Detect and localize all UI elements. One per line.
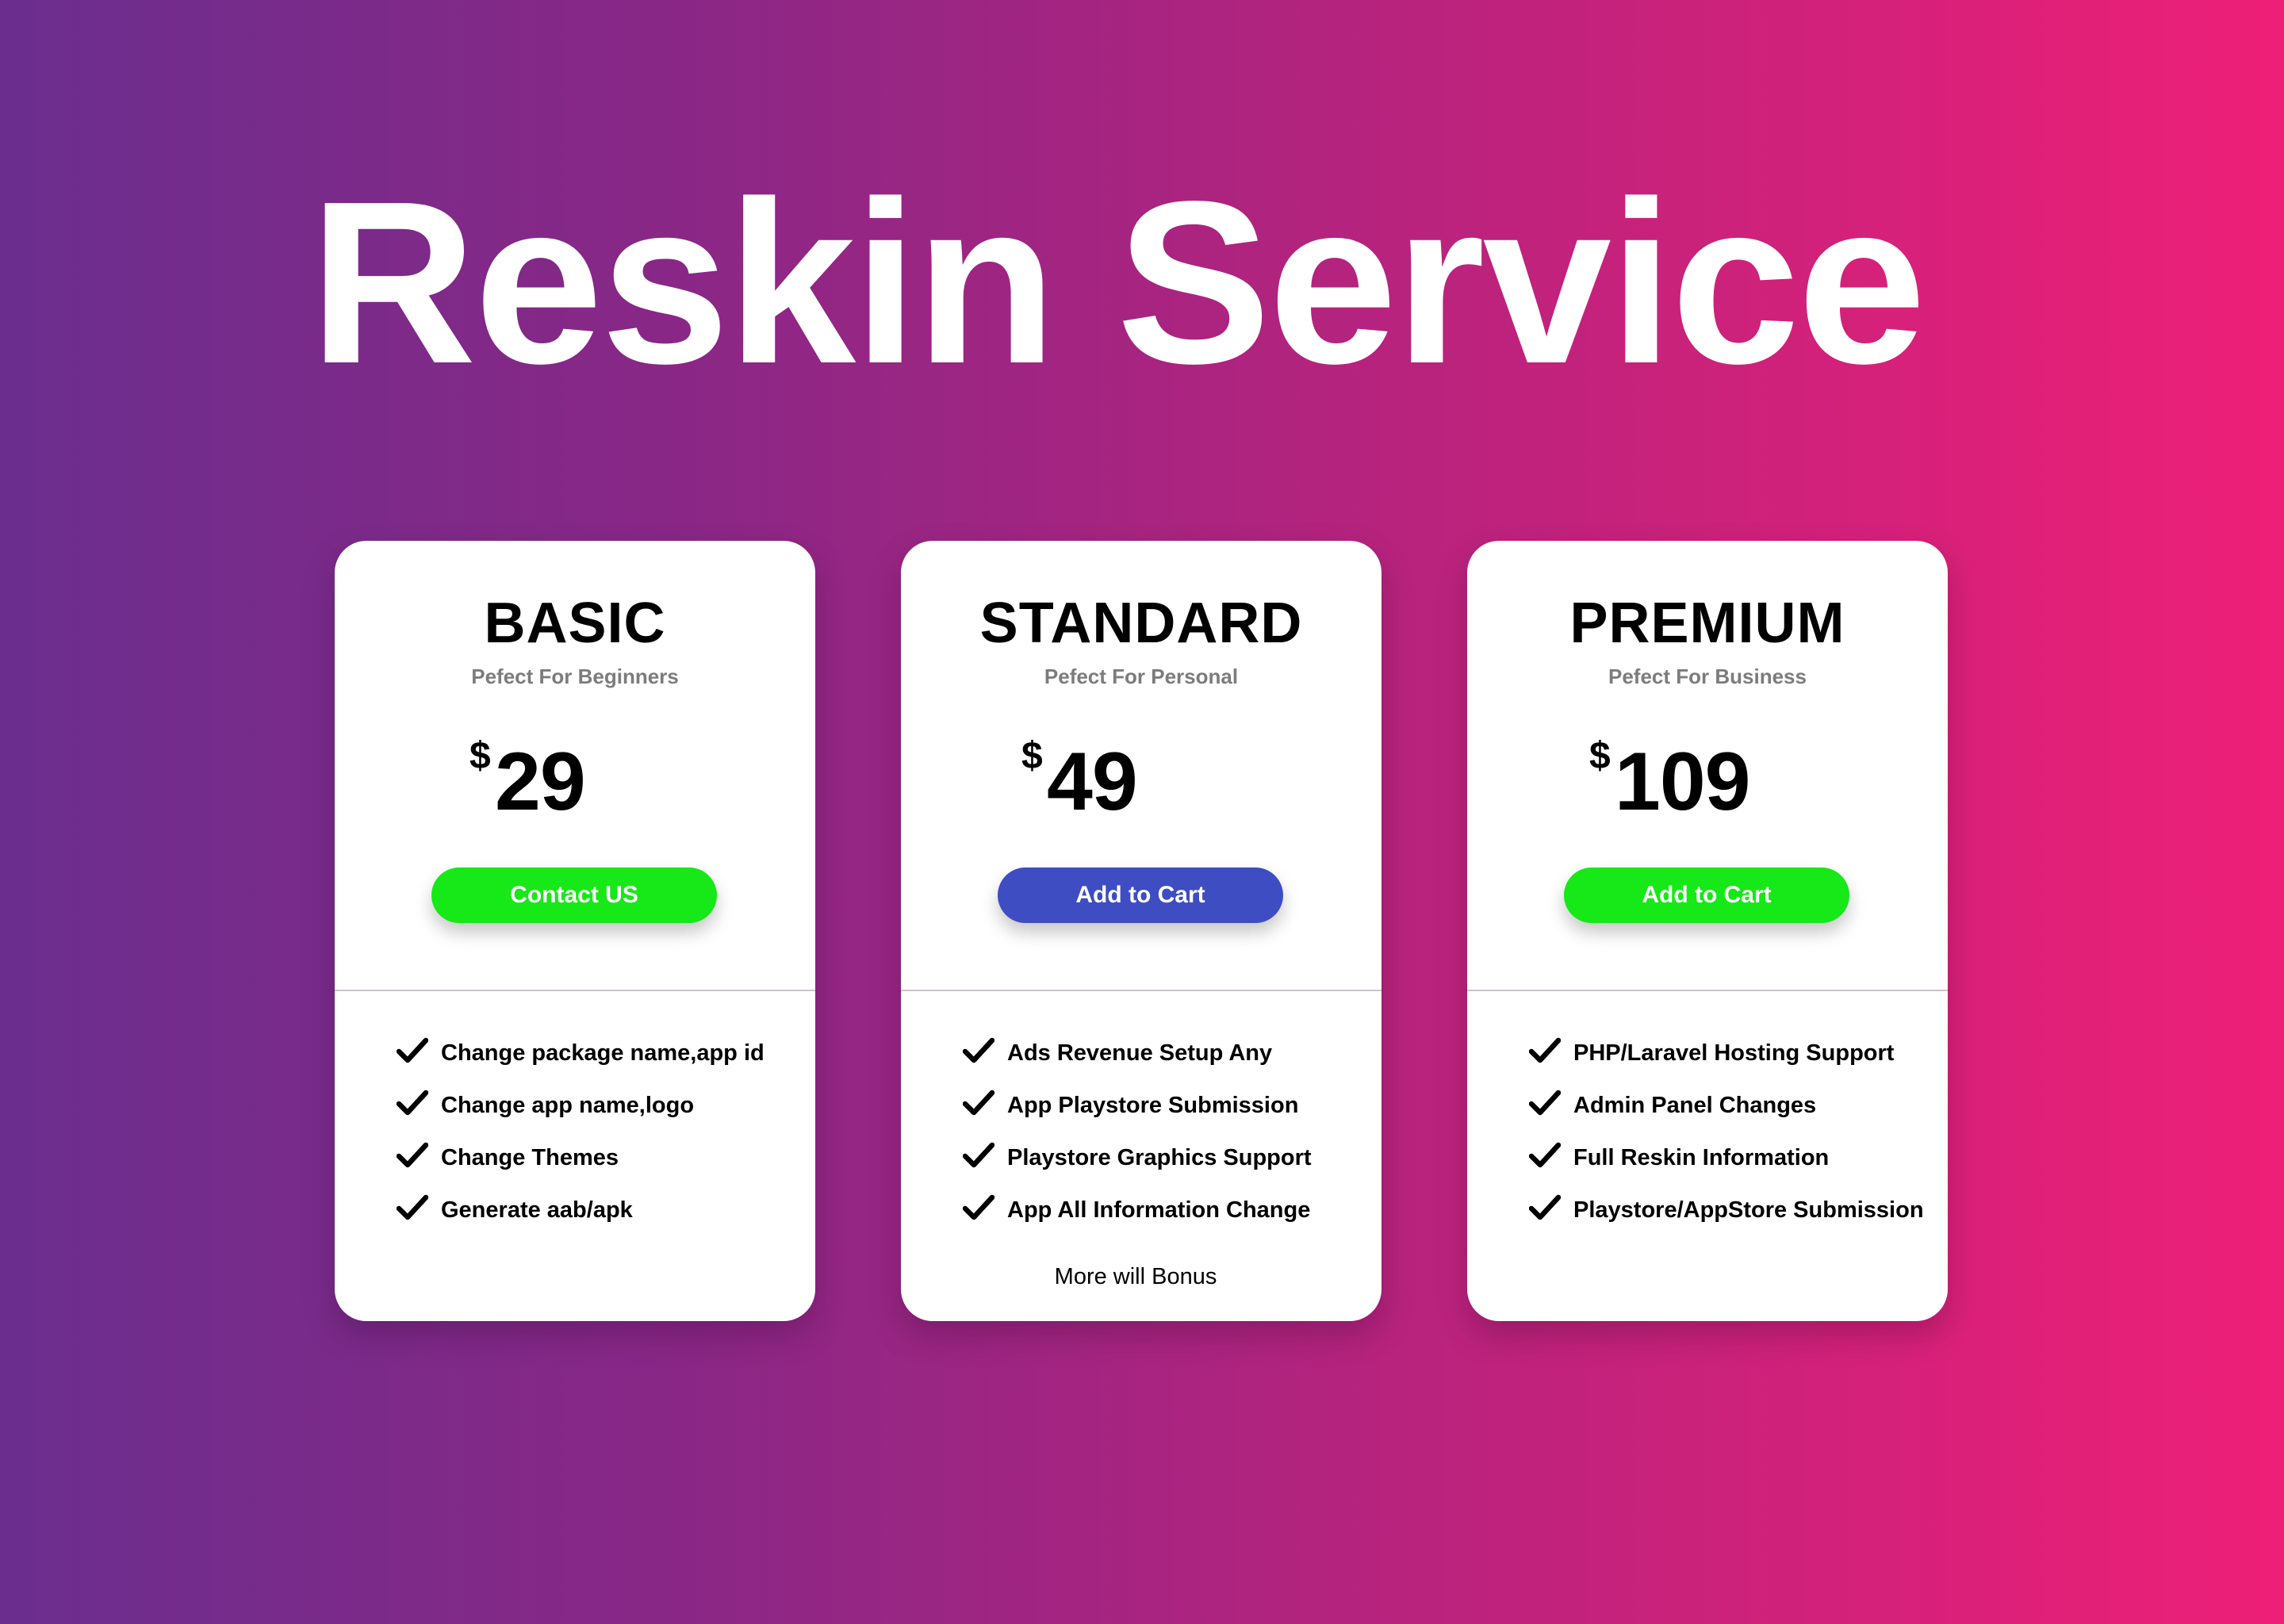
feature-label: App Playstore Submission [1007, 1093, 1299, 1118]
plan-header: BASIC Pefect For Beginners $ 29 Contact … [335, 541, 815, 990]
add-to-cart-button[interactable]: Add to Cart [998, 868, 1283, 923]
check-icon [963, 1090, 994, 1116]
feature-item: Playstore Graphics Support [963, 1142, 1375, 1194]
price-currency: $ [469, 735, 491, 777]
feature-label: Change package name,app id [441, 1040, 765, 1066]
feature-item: App Playstore Submission [963, 1090, 1375, 1142]
plan-card-standard: STANDARD Pefect For Personal $ 49 Add to… [901, 541, 1382, 1321]
check-icon [397, 1142, 428, 1168]
feature-label: Change app name,logo [441, 1093, 695, 1118]
feature-list: PHP/Laravel Hosting Support Admin Panel … [1529, 1037, 1941, 1247]
feature-label: Ads Revenue Setup Any [1007, 1040, 1273, 1066]
feature-list: Ads Revenue Setup Any App Playstore Subm… [963, 1037, 1375, 1247]
plan-subtitle: Pefect For Beginners [471, 665, 679, 688]
check-icon [1529, 1194, 1561, 1220]
check-icon [963, 1194, 994, 1220]
plan-card-basic: BASIC Pefect For Beginners $ 29 Contact … [335, 541, 815, 1321]
check-icon [1529, 1037, 1561, 1063]
feature-item: Playstore/AppStore Submission [1529, 1194, 1941, 1247]
plan-name: BASIC [484, 592, 666, 655]
feature-item: PHP/Laravel Hosting Support [1529, 1037, 1941, 1090]
check-icon [1529, 1142, 1561, 1168]
feature-label: Change Themes [441, 1145, 619, 1170]
price-amount: 109 [1615, 736, 1751, 828]
feature-list: Change package name,app id Change app na… [397, 1037, 809, 1247]
feature-item: Change Themes [397, 1142, 809, 1194]
price-amount: 29 [495, 736, 586, 828]
feature-label: App All Information Change [1007, 1197, 1311, 1223]
check-icon [963, 1142, 994, 1168]
check-icon [1529, 1090, 1561, 1116]
plan-subtitle: Pefect For Business [1608, 665, 1807, 688]
bonus-note: More will Bonus [1054, 1264, 1217, 1289]
check-icon [397, 1037, 428, 1063]
plan-header: STANDARD Pefect For Personal $ 49 Add to… [901, 541, 1382, 990]
price-currency: $ [1589, 735, 1611, 777]
feature-label: Playstore/AppStore Submission [1573, 1197, 1924, 1223]
feature-item: App All Information Change [963, 1194, 1375, 1247]
feature-label: PHP/Laravel Hosting Support [1573, 1040, 1895, 1066]
card-divider [1467, 990, 1948, 991]
feature-item: Full Reskin Information [1529, 1142, 1941, 1194]
plan-subtitle: Pefect For Personal [1044, 665, 1239, 688]
contact-us-button[interactable]: Contact US [431, 868, 717, 923]
add-to-cart-button[interactable]: Add to Cart [1564, 868, 1849, 923]
feature-item: Change app name,logo [397, 1090, 809, 1142]
feature-label: Full Reskin Information [1573, 1145, 1830, 1170]
check-icon [397, 1090, 428, 1116]
pricing-cards: BASIC Pefect For Beginners $ 29 Contact … [0, 0, 2284, 1624]
feature-label: Generate aab/apk [441, 1197, 633, 1223]
plan-header: PREMIUM Pefect For Business $ 109 Add to… [1467, 541, 1948, 990]
plan-name: PREMIUM [1569, 592, 1845, 655]
feature-item: Ads Revenue Setup Any [963, 1037, 1375, 1090]
feature-label: Admin Panel Changes [1573, 1093, 1817, 1118]
check-icon [397, 1194, 428, 1220]
check-icon [963, 1037, 994, 1063]
price-currency: $ [1021, 735, 1043, 777]
feature-item: Change package name,app id [397, 1037, 809, 1090]
card-divider [335, 990, 815, 991]
price-amount: 49 [1047, 736, 1138, 828]
feature-item: Generate aab/apk [397, 1194, 809, 1247]
card-divider [901, 990, 1382, 991]
plan-card-premium: PREMIUM Pefect For Business $ 109 Add to… [1467, 541, 1948, 1321]
plan-name: STANDARD [979, 592, 1303, 655]
feature-label: Playstore Graphics Support [1007, 1145, 1312, 1170]
feature-item: Admin Panel Changes [1529, 1090, 1941, 1142]
